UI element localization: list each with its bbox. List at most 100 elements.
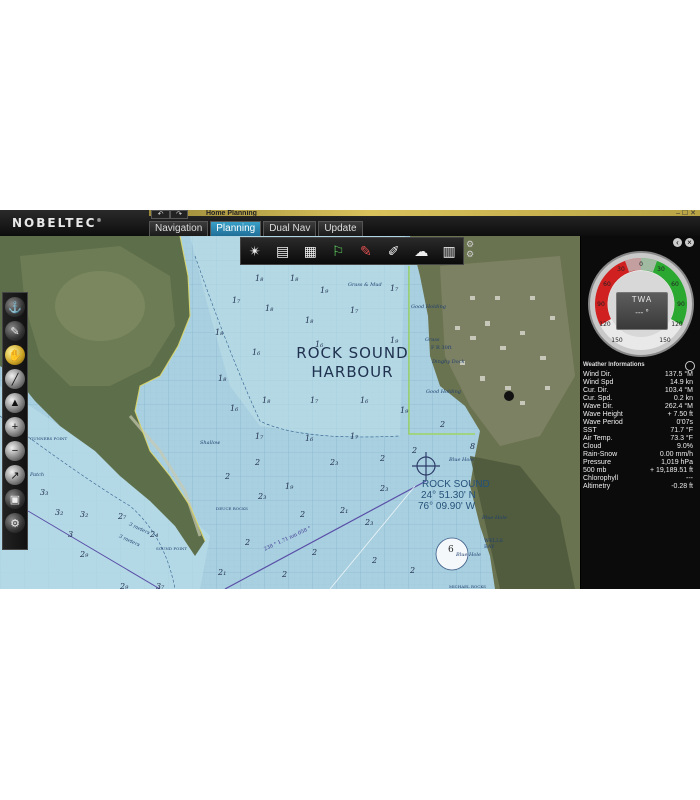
redo-button[interactable]: ↷ xyxy=(170,210,188,219)
depth-sounding: 2₁ xyxy=(218,568,227,577)
data-table-icon[interactable]: ▥ xyxy=(439,241,459,261)
pen-tool-icon[interactable]: ✎ xyxy=(5,321,25,341)
north-up-icon[interactable]: ▲ xyxy=(5,393,25,413)
depth-sounding: 2₉ xyxy=(120,582,129,589)
depth-sounding: 1₆ xyxy=(360,396,369,405)
waypoint-label[interactable]: ROCK SOUND 24° 51.30' N 76° 09.90' W xyxy=(418,479,490,512)
weather-label: SST xyxy=(583,427,597,434)
weather-label: Cur. Dir. xyxy=(583,387,609,394)
gauge-tick-stbd-60: 60 xyxy=(671,281,679,288)
harbour-label: ROCK SOUND HARBOUR xyxy=(285,344,420,382)
gear-icon[interactable]: ⚙ ⚙ xyxy=(463,239,477,261)
waypoint-longitude: 76° 09.90' W xyxy=(418,501,476,512)
chart-label-sound-point: SOUND POINT xyxy=(156,546,188,551)
settings-icon[interactable]: ⚙ xyxy=(5,513,25,533)
weather-row: Rain-Snow 0.00 mm/h xyxy=(583,451,693,459)
harbour-label-line2: HARBOUR xyxy=(311,363,394,381)
weather-value: 9.0% xyxy=(677,443,693,450)
depth-sounding: 2₄ xyxy=(150,530,159,539)
tab-navigation[interactable]: Navigation xyxy=(149,221,209,236)
depth-sounding: 8 xyxy=(470,442,476,451)
gauge-tick-0: 0 xyxy=(639,261,643,268)
depth-sounding: 1₆ xyxy=(305,434,314,443)
twa-title: TWA xyxy=(631,295,653,304)
weather-value: 0.2 kn xyxy=(673,395,693,402)
brand-mark: ® xyxy=(96,218,102,224)
zoom-out-icon[interactable]: − xyxy=(5,441,25,461)
depth-sounding: 1₆ xyxy=(315,340,324,349)
app-logo: NOBELTEC® xyxy=(12,216,101,230)
brush-tool-icon[interactable]: ✋ xyxy=(5,345,25,365)
weather-value: 137.5 °M xyxy=(664,371,693,378)
twa-readout: TWA --- ° xyxy=(616,292,668,330)
chart-layers-icon[interactable]: ▦ xyxy=(300,241,320,261)
weather-value: 14.9 kn xyxy=(670,379,693,386)
waypoint-latitude: 24° 51.30' N xyxy=(421,490,476,501)
brand-name: NOBELTEC xyxy=(12,216,97,230)
weather-label: 500 mb xyxy=(583,467,607,474)
depth-sounding: 3 xyxy=(68,530,74,539)
weather-value: + 7.50 ft xyxy=(667,411,694,418)
weather-value: 71.7 °F xyxy=(670,427,693,434)
main-toolbar: ✴ ▤ ▦ ⚐ ✎ ✐ ☁ ▥ xyxy=(240,237,464,265)
depth-sounding: 2 xyxy=(300,510,306,519)
depth-sounding: 1₇ xyxy=(232,296,241,305)
weather-cloud-icon[interactable]: ☁ xyxy=(411,241,431,261)
depth-sounding: 2 xyxy=(412,446,418,455)
panel-close-icon[interactable]: × xyxy=(685,238,694,247)
weather-label: Altimetry xyxy=(583,483,611,490)
window-controls[interactable]: – ☐ ✕ xyxy=(676,210,696,217)
chart-label-blue-hole: Blue Hole xyxy=(456,552,481,558)
depth-sounding: 1₇ xyxy=(350,306,359,315)
harbour-label-line1: ROCK SOUND xyxy=(296,344,409,362)
chart-label-deuce-rocks: DEUCE ROCKS xyxy=(216,506,248,511)
top-bar: NOBELTEC® ↶ ↷ Home Planning – ☐ ✕ Naviga… xyxy=(0,210,700,236)
nautical-chart[interactable]: ROCK SOUND HARBOUR ROCK SOUND 24° 51.30'… xyxy=(0,236,580,589)
track-icon[interactable]: ↗ xyxy=(5,465,25,485)
measure-tool-icon[interactable]: ✐ xyxy=(384,241,404,261)
tab-planning[interactable]: Planning xyxy=(210,221,262,236)
weather-row: Wave Dir. 262.4 °M xyxy=(583,403,693,411)
weather-label: Wave Dir. xyxy=(583,403,614,410)
ruler-tool-icon[interactable]: ╱ xyxy=(5,369,25,389)
depth-sounding: 3₇ xyxy=(156,582,165,589)
depth-sounding: 2₃ xyxy=(365,518,374,527)
tab-update[interactable]: Update xyxy=(318,221,363,236)
zoom-in-icon[interactable]: + xyxy=(5,417,25,437)
twa-value: --- ° xyxy=(635,308,649,317)
weather-label: Wind Spd xyxy=(583,379,614,386)
gauge-tick-stbd-90: 90 xyxy=(677,301,685,308)
screen-layout-icon[interactable]: ▣ xyxy=(5,489,25,509)
panel-collapse-icon[interactable]: ‹ xyxy=(673,238,682,247)
weather-value: 73.3 °F xyxy=(670,435,693,442)
compass-rose-icon[interactable]: ✴ xyxy=(245,241,265,261)
depth-sounding: 2₉ xyxy=(80,550,89,559)
gauge-tick-port-150: 150 xyxy=(611,337,623,344)
pencil-draw-icon[interactable]: ✎ xyxy=(356,241,376,261)
logbook-icon[interactable]: ▤ xyxy=(273,241,293,261)
depth-sounding: 2 xyxy=(312,548,318,557)
gauge-tick-port-120: 120 xyxy=(599,321,611,328)
blue-hole-depth: 6 xyxy=(448,545,454,555)
anchor-lock-icon[interactable]: ⚓ xyxy=(5,297,25,317)
depth-sounding: 1₉ xyxy=(285,482,294,491)
weather-row: Wave Period 0'07s xyxy=(583,419,693,427)
depth-sounding: 3₂ xyxy=(80,510,89,519)
undo-button[interactable]: ↶ xyxy=(151,210,170,219)
refresh-icon[interactable] xyxy=(685,361,695,371)
depth-sounding: 2 xyxy=(225,472,231,481)
depth-sounding: 2₃ xyxy=(258,492,267,501)
depth-sounding: 2 xyxy=(410,566,416,575)
depth-sounding: 1₈ xyxy=(262,396,271,405)
depth-sounding: 1₈ xyxy=(255,274,264,283)
depth-sounding: 2₇ xyxy=(118,512,127,521)
tab-dual-nav[interactable]: Dual Nav xyxy=(263,221,317,236)
chart-label-patch: Patch xyxy=(30,472,45,478)
weather-label: Rain-Snow xyxy=(583,451,618,458)
chart-label-blue-hole: Blue Hole xyxy=(482,515,507,521)
chart-label-grass-mud: Grass & Mud xyxy=(348,282,382,288)
gauge-tick-port-90: 90 xyxy=(597,301,605,308)
route-waypoint-icon[interactable]: ⚐ xyxy=(328,241,348,261)
depth-sounding: 1₉ xyxy=(320,286,329,295)
depth-sounding: 1₉ xyxy=(400,406,409,415)
